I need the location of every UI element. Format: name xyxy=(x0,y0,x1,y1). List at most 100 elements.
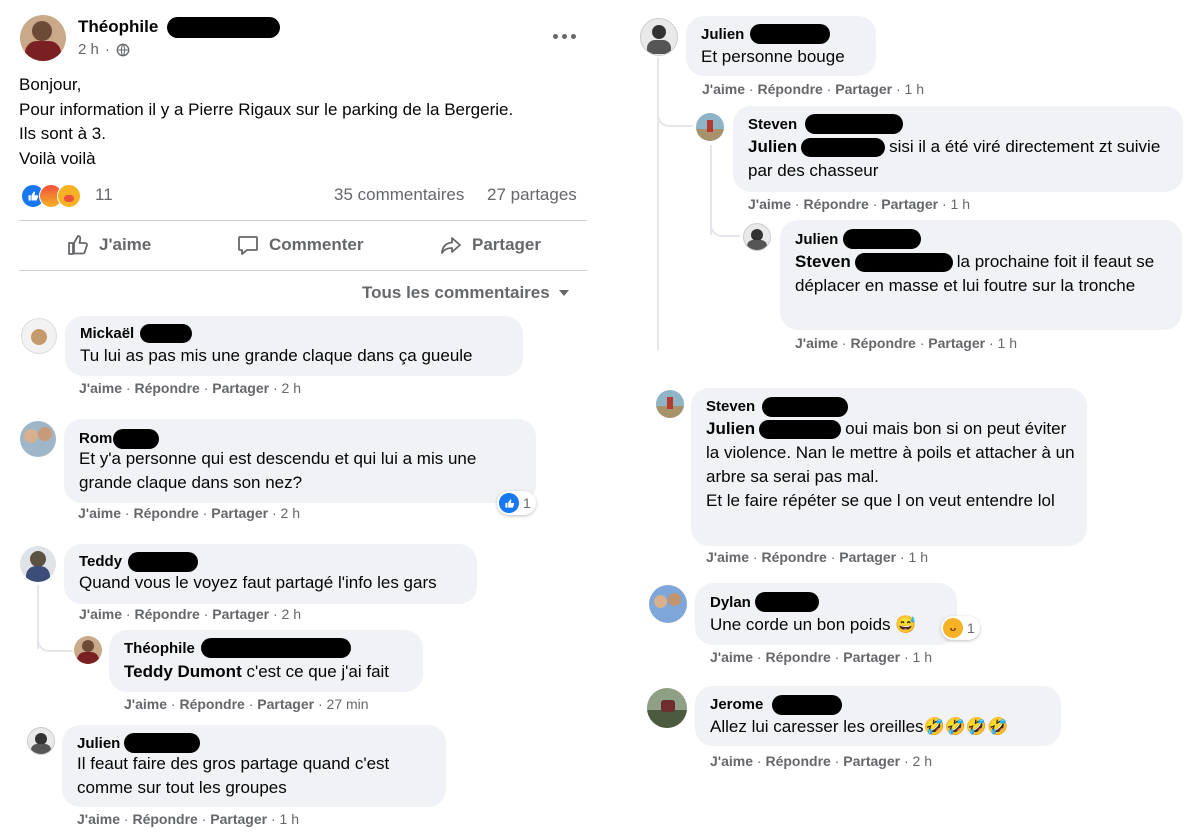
comment-time[interactable]: 2 h xyxy=(281,505,300,521)
redaction-bar xyxy=(801,138,886,158)
avatar[interactable] xyxy=(647,688,687,728)
share-button[interactable]: Partager xyxy=(439,233,541,257)
avatar[interactable] xyxy=(21,318,57,354)
comment-time[interactable]: 1 h xyxy=(951,196,970,212)
post-time[interactable]: 2 h · xyxy=(78,41,130,58)
comment-author[interactable]: Dylan xyxy=(710,594,751,611)
reply-link[interactable]: Répondre xyxy=(134,606,199,622)
share-link[interactable]: Partager xyxy=(211,505,268,521)
comment-author[interactable]: Théophile xyxy=(124,640,195,657)
like-link[interactable]: J'aime xyxy=(748,196,791,212)
share-link[interactable]: Partager xyxy=(839,549,896,565)
reaction-count[interactable]: 11 xyxy=(95,185,113,205)
thread-line xyxy=(37,630,73,652)
reply-link[interactable]: Répondre xyxy=(765,753,830,769)
share-link[interactable]: Partager xyxy=(835,81,892,97)
mention-link[interactable]: Teddy Dumont xyxy=(124,662,242,681)
comment-sort-dropdown[interactable]: Tous les commentaires xyxy=(362,283,570,303)
share-link[interactable]: Partager xyxy=(212,606,269,622)
avatar[interactable] xyxy=(27,727,55,755)
like-link[interactable]: J'aime xyxy=(702,81,745,97)
comment-time[interactable]: 2 h xyxy=(282,380,301,396)
comment-time[interactable]: 2 h xyxy=(282,606,301,622)
comment-author[interactable]: Julien xyxy=(701,26,744,43)
reply-link[interactable]: Répondre xyxy=(757,81,822,97)
comment-time[interactable]: 1 h xyxy=(998,335,1017,351)
more-options-icon[interactable] xyxy=(553,26,577,46)
avatar[interactable] xyxy=(74,636,102,664)
reaction-icons[interactable] xyxy=(21,184,91,208)
thread-line xyxy=(657,105,693,127)
mention-link[interactable]: Julien xyxy=(706,419,755,438)
like-link[interactable]: J'aime xyxy=(710,753,753,769)
comment-button[interactable]: Commenter xyxy=(236,233,363,257)
comment-text: Julien oui mais bon si on peut éviter la … xyxy=(706,417,1078,489)
share-link[interactable]: Partager xyxy=(843,753,900,769)
reply-link[interactable]: Répondre xyxy=(761,549,826,565)
comment-meta: J'aime · Répondre · Partager · 2 h xyxy=(79,380,302,396)
comment-sort-label: Tous les commentaires xyxy=(362,283,550,302)
comment-author[interactable]: Steven xyxy=(748,116,797,133)
reply-link[interactable]: Répondre xyxy=(133,505,198,521)
share-link[interactable]: Partager xyxy=(928,335,985,351)
shares-count[interactable]: 27 partages xyxy=(487,185,577,205)
reply-link[interactable]: Répondre xyxy=(803,196,868,212)
comment-text: Allez lui caresser les oreilles🤣🤣🤣🤣 xyxy=(710,717,1009,736)
mention-link[interactable]: Julien xyxy=(748,137,797,156)
post-author-name[interactable]: Théophile xyxy=(78,17,158,37)
comment-time[interactable]: 1 h xyxy=(913,649,932,665)
redaction-bar xyxy=(128,552,198,572)
like-link[interactable]: J'aime xyxy=(79,606,122,622)
share-link[interactable]: Partager xyxy=(843,649,900,665)
share-link[interactable]: Partager xyxy=(210,811,267,827)
like-button[interactable]: J'aime xyxy=(66,233,151,257)
avatar[interactable] xyxy=(696,113,724,141)
comment-author[interactable]: Teddy xyxy=(79,553,122,570)
comment-meta: J'aime · Répondre · Partager · 1 h xyxy=(710,649,933,665)
avatar[interactable] xyxy=(656,390,684,418)
redaction-bar xyxy=(113,429,159,449)
like-link[interactable]: J'aime xyxy=(78,505,121,521)
reply-link[interactable]: Répondre xyxy=(850,335,915,351)
comment-time[interactable]: 2 h xyxy=(913,753,932,769)
like-button-label: J'aime xyxy=(99,235,152,254)
comment-author[interactable]: Julien xyxy=(795,231,838,248)
share-link[interactable]: Partager xyxy=(212,380,269,396)
reply-link[interactable]: Répondre xyxy=(179,696,244,712)
share-link[interactable]: Partager xyxy=(881,196,938,212)
mention-link[interactable]: Steven xyxy=(795,252,851,271)
comment-time[interactable]: 27 min xyxy=(327,696,369,712)
comment-reaction-pill[interactable]: 1 xyxy=(497,491,536,515)
comment-reaction-pill[interactable]: ᴗ 1 xyxy=(941,616,980,640)
comment-meta: J'aime · Répondre · Partager · 2 h xyxy=(710,753,933,769)
share-link[interactable]: Partager xyxy=(257,696,314,712)
post-line: Ils sont à 3. xyxy=(19,124,106,143)
reply-link[interactable]: Répondre xyxy=(765,649,830,665)
like-link[interactable]: J'aime xyxy=(77,811,120,827)
comment-time[interactable]: 1 h xyxy=(280,811,299,827)
like-link[interactable]: J'aime xyxy=(795,335,838,351)
like-link[interactable]: J'aime xyxy=(79,380,122,396)
avatar[interactable] xyxy=(640,18,678,56)
comments-count[interactable]: 35 commentaires xyxy=(334,185,464,205)
thread-line xyxy=(657,58,659,350)
comment-time[interactable]: 1 h xyxy=(909,549,928,565)
comment-author[interactable]: Jerome xyxy=(710,696,763,713)
comment-author[interactable]: Mickaël xyxy=(80,325,134,342)
redaction-bar xyxy=(750,24,830,44)
avatar[interactable] xyxy=(649,585,687,623)
like-link[interactable]: J'aime xyxy=(706,549,749,565)
avatar[interactable] xyxy=(20,421,56,457)
like-link[interactable]: J'aime xyxy=(710,649,753,665)
comment-author[interactable]: Julien xyxy=(77,735,120,752)
comment-text: Et y'a personne qui est descendu et qui … xyxy=(79,449,477,492)
like-link[interactable]: J'aime xyxy=(124,696,167,712)
comment-time[interactable]: 1 h xyxy=(905,81,924,97)
comment-author[interactable]: Rom xyxy=(79,430,112,447)
reply-link[interactable]: Répondre xyxy=(134,380,199,396)
post-author-avatar[interactable] xyxy=(20,15,66,61)
avatar[interactable] xyxy=(20,546,56,582)
comment-author[interactable]: Steven xyxy=(706,398,755,415)
avatar[interactable] xyxy=(743,223,771,251)
reply-link[interactable]: Répondre xyxy=(132,811,197,827)
